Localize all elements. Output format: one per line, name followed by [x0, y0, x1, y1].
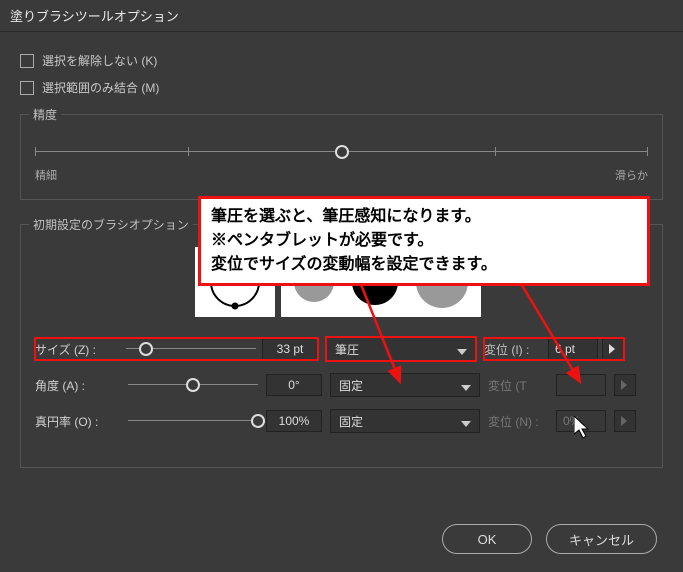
chevron-down-icon	[457, 346, 467, 360]
size-slider[interactable]	[126, 342, 256, 356]
roundness-mode-value: 固定	[339, 413, 363, 430]
checkbox-label: 選択を解除しない (K)	[42, 52, 157, 69]
size-label: サイズ (Z) :	[35, 341, 120, 358]
precision-min-label: 精細	[35, 167, 57, 183]
ok-button[interactable]: OK	[442, 524, 532, 554]
size-variation-value[interactable]: 6 pt	[548, 338, 598, 360]
size-value[interactable]: 33 pt	[262, 338, 318, 360]
chevron-down-icon	[461, 382, 471, 396]
roundness-variation-value: 0%	[556, 410, 606, 432]
size-mode-select[interactable]: 筆圧	[326, 337, 476, 361]
checkbox-icon	[20, 81, 34, 95]
angle-mode-select[interactable]: 固定	[330, 373, 480, 397]
annotation-line: 筆圧を選ぶと、筆圧感知になります。	[211, 205, 637, 229]
checkbox-label: 選択範囲のみ結合 (M)	[42, 79, 159, 96]
checkbox-icon	[20, 54, 34, 68]
angle-variation-label: 変位 (T	[488, 377, 548, 394]
roundness-slider[interactable]	[128, 414, 258, 428]
angle-value[interactable]: 0°	[266, 374, 322, 396]
size-mode-value: 筆圧	[335, 341, 359, 358]
annotation-callout: 筆圧を選ぶと、筆圧感知になります。 ※ペンタブレットが必要です。 変位でサイズの…	[198, 196, 650, 286]
dialog-footer: OK キャンセル	[442, 524, 657, 554]
precision-max-label: 滑らか	[615, 167, 648, 183]
roundness-variation-expand	[614, 410, 636, 432]
size-variation-expand[interactable]	[602, 338, 624, 360]
precision-slider[interactable]	[35, 145, 648, 159]
precision-group: 精度 精細 滑らか	[20, 114, 663, 200]
dialog-title: 塗りブラシツールオプション	[0, 0, 683, 32]
angle-slider[interactable]	[128, 378, 258, 392]
cancel-button[interactable]: キャンセル	[546, 524, 657, 554]
annotation-line: 変位でサイズの変動幅を設定できます。	[211, 253, 637, 277]
angle-variation-value	[556, 374, 606, 396]
roundness-value[interactable]: 100%	[266, 410, 322, 432]
angle-variation-expand	[614, 374, 636, 396]
chevron-down-icon	[461, 418, 471, 432]
brush-options-legend: 初期設定のブラシオプション	[29, 216, 193, 233]
roundness-label: 真円率 (O) :	[35, 413, 120, 430]
angle-mode-value: 固定	[339, 377, 363, 394]
precision-legend: 精度	[29, 106, 61, 123]
checkbox-keep-selection[interactable]: 選択を解除しない (K)	[20, 52, 663, 69]
angle-label: 角度 (A) :	[35, 377, 120, 394]
roundness-mode-select[interactable]: 固定	[330, 409, 480, 433]
size-variation-label: 変位 (I) :	[484, 341, 544, 358]
roundness-variation-label: 変位 (N) :	[488, 413, 548, 430]
checkbox-merge-selection-only[interactable]: 選択範囲のみ結合 (M)	[20, 79, 663, 96]
annotation-line: ※ペンタブレットが必要です。	[211, 229, 637, 253]
